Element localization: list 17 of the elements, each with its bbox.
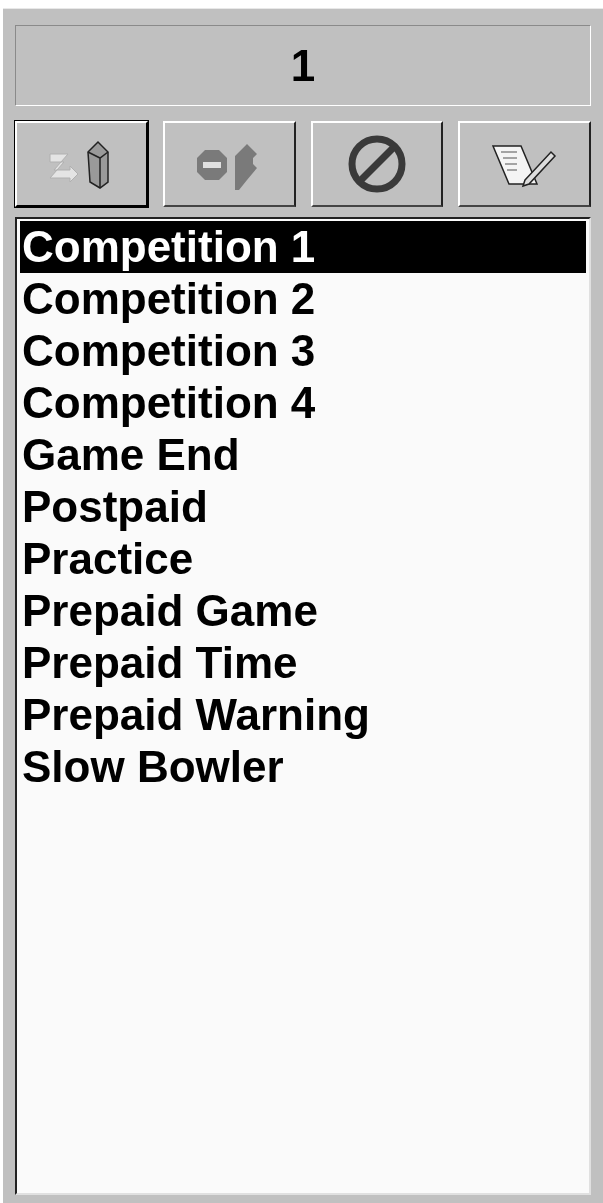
list-item[interactable]: Prepaid Warning — [20, 689, 586, 741]
toolbar-button[interactable] — [458, 121, 591, 207]
toolbar-button[interactable] — [162, 121, 296, 207]
toolbar-button[interactable] — [15, 121, 148, 207]
toolbar-button[interactable] — [310, 121, 444, 207]
list-item[interactable]: Game End — [20, 429, 586, 481]
header-display: 1 — [15, 25, 591, 106]
list-item[interactable]: Competition 2 — [20, 273, 586, 325]
list-item[interactable]: Prepaid Time — [20, 637, 586, 689]
list-item[interactable]: Competition 4 — [20, 377, 586, 429]
list-item[interactable]: Practice — [20, 533, 586, 585]
list-item[interactable]: Competition 3 — [20, 325, 586, 377]
list-item[interactable]: Slow Bowler — [20, 741, 586, 793]
list-item[interactable]: Prepaid Game — [20, 585, 586, 637]
list-item[interactable]: Competition 1 — [20, 221, 586, 273]
prohibited-icon — [346, 134, 407, 194]
list-item[interactable]: Postpaid — [20, 481, 586, 533]
